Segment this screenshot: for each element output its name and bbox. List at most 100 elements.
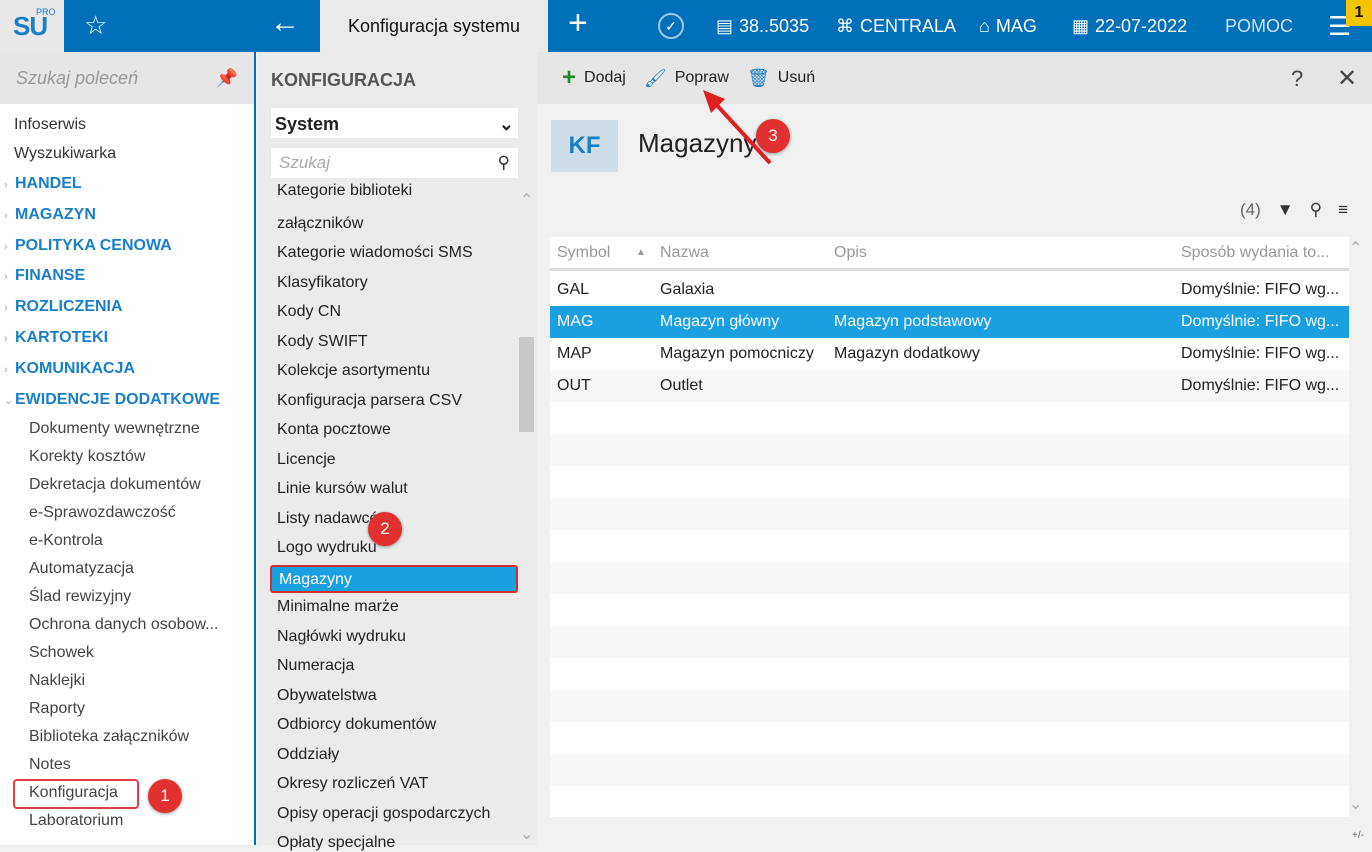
footer-toggle[interactable]: +/-: [1352, 830, 1364, 841]
branch-item[interactable]: ⌘ CENTRALA: [836, 0, 956, 52]
amount-item[interactable]: ▤ 38..5035: [716, 0, 809, 52]
notification-badge[interactable]: 1: [1346, 0, 1372, 26]
command-search-input[interactable]: Szukaj poleceń 📌: [0, 52, 254, 104]
grid-scroll-up-icon[interactable]: ⌃: [1349, 238, 1362, 258]
list-item[interactable]: Kategorie wiadomości SMS: [277, 244, 473, 262]
list-item[interactable]: Nagłówki wydruku: [277, 628, 406, 646]
favorites-star-icon[interactable]: ☆: [84, 10, 107, 41]
col-nazwa[interactable]: Nazwa: [660, 244, 709, 262]
list-item[interactable]: Kolekcje asortymentu: [277, 362, 430, 380]
help-button[interactable]: ?: [1291, 66, 1303, 92]
config-search-input[interactable]: Szukaj ⚲: [271, 148, 518, 178]
pin-icon[interactable]: 📌: [216, 68, 238, 89]
sidebar-section[interactable]: › KOMUNIKACJA: [4, 360, 135, 378]
warehouse-item[interactable]: ⌂ MAG: [979, 0, 1037, 52]
sidebar-subitem[interactable]: Naklejki: [29, 672, 85, 690]
table-cell: Magazyn główny: [660, 313, 780, 330]
new-tab-plus-icon[interactable]: +: [568, 4, 588, 43]
sidebar-section[interactable]: › FINANSE: [4, 267, 85, 285]
sidebar-subitem[interactable]: Schowek: [29, 644, 94, 662]
list-item[interactable]: Linie kursów walut: [277, 480, 408, 498]
date-item[interactable]: ▦ 22-07-2022: [1072, 0, 1187, 52]
sidebar-subitem[interactable]: Dokumenty wewnętrzne: [29, 420, 200, 438]
sidebar-subitem[interactable]: Biblioteka załączników: [29, 728, 189, 746]
sidebar-subitem[interactable]: e-Sprawozdawczość: [29, 504, 176, 522]
list-item[interactable]: Numeracja: [277, 657, 354, 675]
sidebar-subitem[interactable]: e-Kontrola: [29, 532, 103, 550]
table-row[interactable]: MAP Magazyn pomocniczy Magazyn dodatkowy Do…: [550, 338, 1349, 370]
list-item[interactable]: Obywatelstwa: [277, 687, 377, 705]
empty-row: [550, 658, 1349, 690]
add-button[interactable]: + Dodaj: [562, 64, 626, 92]
table-cell: Magazyn podstawowy: [834, 313, 992, 330]
list-item[interactable]: Kategorie biblioteki: [277, 182, 412, 200]
list-item[interactable]: Kody SWIFT: [277, 333, 368, 351]
table-cell: MAG: [557, 313, 594, 330]
table-cell: Galaxia: [660, 281, 715, 298]
main-panel: + Dodaj 🖌 Popraw 🗑 Usuń ? ✕ KF Magazyny (4)…: [537, 52, 1372, 845]
list-item[interactable]: Klasyfikatory: [277, 274, 368, 292]
sidebar-item-infoserwis[interactable]: Infoserwis: [14, 116, 86, 134]
list-item[interactable]: Konfiguracja parsera CSV: [277, 392, 462, 410]
brush-icon: 🖌: [643, 67, 667, 88]
list-item[interactable]: Kody CN: [277, 303, 341, 321]
filter-icon[interactable]: ▼: [1277, 200, 1294, 220]
list-item[interactable]: Konta pocztowe: [277, 421, 391, 439]
list-item[interactable]: Minimalne marże: [277, 598, 399, 616]
table-row[interactable]: GAL Galaxia Domyślnie: FIFO wg...: [550, 274, 1349, 306]
sidebar-subitem[interactable]: Korekty kosztów: [29, 448, 145, 466]
back-arrow-icon[interactable]: ←: [270, 6, 300, 40]
list-item[interactable]: Okresy rozliczeń VAT: [277, 775, 428, 793]
sidebar-subitem[interactable]: Dekretacja dokumentów: [29, 476, 201, 494]
sidebar-section[interactable]: ⌄ EWIDENCJE DODATKOWE: [4, 391, 220, 409]
list-item-selected[interactable]: Magazyny: [270, 564, 518, 593]
check-circle-icon[interactable]: ✓: [658, 0, 684, 52]
sidebar-section[interactable]: › KARTOTEKI: [4, 329, 108, 347]
sidebar-section[interactable]: › ROZLICZENIA: [4, 298, 123, 316]
col-sposob[interactable]: Sposób wydania to...: [1181, 244, 1330, 262]
scrollbar[interactable]: [519, 337, 534, 432]
table-cell: Magazyn pomocniczy: [660, 345, 814, 362]
sidebar-subitem[interactable]: Laboratorium: [29, 812, 123, 830]
table-row[interactable]: MAG Magazyn główny Magazyn podstawowy Domyś…: [550, 306, 1349, 338]
empty-row: [550, 530, 1349, 562]
scroll-up-icon[interactable]: ⌃: [520, 190, 533, 210]
empty-row: [550, 722, 1349, 754]
search-icon[interactable]: ⚲: [498, 153, 510, 173]
sidebar-section[interactable]: › HANDEL: [4, 175, 82, 193]
close-icon[interactable]: ✕: [1337, 64, 1357, 93]
list-item[interactable]: Licencje: [277, 451, 336, 469]
list-item[interactable]: Opłaty specjalne: [277, 834, 395, 852]
sidebar-item-wyszukiwarka[interactable]: Wyszukiwarka: [14, 145, 116, 163]
empty-row: [550, 690, 1349, 722]
menu-icon[interactable]: ≡: [1338, 200, 1348, 220]
sidebar-subitem[interactable]: Automatyzacja: [29, 560, 134, 578]
panel-title: KONFIGURACJA: [271, 70, 417, 90]
grid-scroll-down-icon[interactable]: ⌄: [1349, 794, 1362, 814]
col-opis[interactable]: Opis: [834, 244, 867, 262]
sidebar-section[interactable]: › MAGAZYN: [4, 206, 96, 224]
list-item[interactable]: Opisy operacji gospodarczych: [277, 805, 490, 823]
app-logo[interactable]: SU PRO: [0, 0, 64, 52]
category-select[interactable]: System ⌄: [271, 108, 518, 138]
col-symbol[interactable]: Symbol: [557, 244, 610, 262]
sidebar-subitem[interactable]: Notes: [29, 756, 71, 774]
table-row[interactable]: OUT Outlet Domyślnie: FIFO wg...: [550, 370, 1349, 402]
list-item[interactable]: Odbiorcy dokumentów: [277, 716, 436, 734]
tab-konfiguracja[interactable]: Konfiguracja systemu: [320, 0, 548, 52]
select-value: System: [275, 114, 340, 134]
help-link[interactable]: POMOC: [1225, 0, 1293, 52]
sidebar-section[interactable]: › POLITYKA CENOWA: [4, 237, 172, 255]
list-item[interactable]: załączników: [277, 215, 363, 233]
sidebar-subitem[interactable]: Raporty: [29, 700, 85, 718]
scroll-down-icon[interactable]: ⌄: [520, 824, 533, 844]
branch-value: CENTRALA: [860, 16, 957, 36]
sidebar-subitem[interactable]: Ochrona danych osobow...: [29, 616, 218, 634]
sidebar-subitem[interactable]: Ślad rewizyjny: [29, 588, 131, 606]
search-icon[interactable]: ⚲: [1310, 200, 1322, 220]
section-label: FINANSE: [15, 267, 86, 285]
list-item[interactable]: Logo wydruku: [277, 539, 377, 557]
chevron-right-icon: ›: [4, 271, 8, 284]
section-label: EWIDENCJE DODATKOWE: [15, 390, 221, 408]
list-item[interactable]: Oddziały: [277, 746, 339, 764]
